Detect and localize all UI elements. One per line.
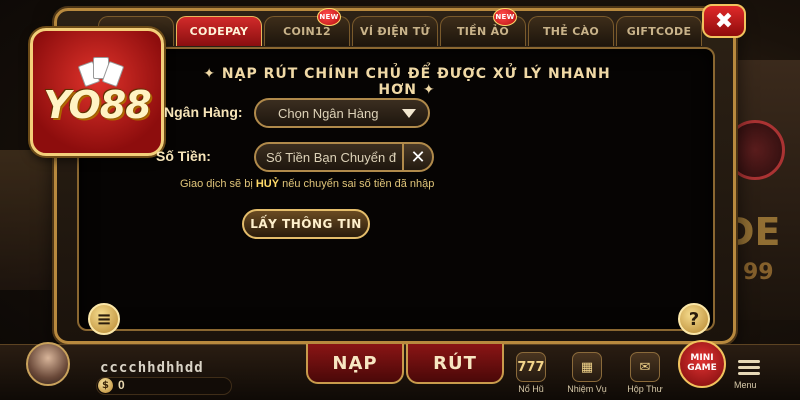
deposit-button[interactable]: NẠP [306,344,404,384]
payment-tabs: NG CODEPAY COIN12 NEW VÍ ĐIỆN TỬ TIỀN ẢO… [98,8,702,46]
tab-codepay[interactable]: CODEPAY [176,16,262,46]
mission-grid-icon: ▦ [572,352,602,382]
tab-label: GIFTCODE [626,25,692,38]
mini-game-button[interactable]: MINI GAME [678,340,726,388]
tab-label: CODEPAY [189,25,249,38]
slot-777-icon: 777 [516,352,546,382]
game-stage: DE 99 NG CODEPAY COIN12 NEW VÍ ĐIỆN TỬ T… [0,0,800,400]
warning-bold: HUỶ [255,178,280,190]
menu-label: Menu [734,380,757,390]
close-icon: ✕ [410,146,426,168]
nav-label: Nhiệm Vụ [567,384,607,394]
balance-box [96,377,232,395]
mail-icon: ✉ [630,352,660,382]
bank-label: Ngân Hàng: [164,104,243,120]
nav-label: Hộp Thư [627,384,663,394]
notes-button[interactable]: ≡ [88,303,120,335]
mailbox-nav-item[interactable]: ✉ Hộp Thư [620,352,670,394]
nav-label: Nổ Hũ [518,384,544,394]
close-icon: ✖ [714,8,734,34]
help-button[interactable]: ? [678,303,710,335]
jackpot-nav-item[interactable]: 777 Nổ Hũ [506,352,556,394]
new-badge: NEW [317,8,341,26]
bank-select[interactable]: Chọn Ngân Hàng [254,98,430,128]
missions-nav-item[interactable]: ▦ Nhiệm Vụ [562,352,612,394]
warning-text: Giao dịch sẽ bị HUỶ nếu chuyển sai số ti… [180,178,435,190]
close-button[interactable]: ✖ [702,4,746,38]
amount-input[interactable]: Số Tiền Bạn Chuyển đ [254,142,404,172]
notes-icon: ≡ [96,308,112,330]
avatar[interactable] [26,342,70,386]
chevron-down-icon [402,109,416,118]
tab-giftcode[interactable]: GIFTCODE [616,16,702,46]
tab-label: THẺ CÀO [542,25,600,38]
tab-label: COIN12 [283,25,331,38]
bank-select-value: Chọn Ngân Hàng [278,105,379,121]
clear-amount-button[interactable]: ✕ [402,142,434,172]
background-game-card-left [0,150,60,290]
brand-logo: YO88 [30,28,164,156]
help-icon: ? [688,308,700,330]
tab-coin12[interactable]: COIN12 NEW [264,8,350,46]
username: cccchhdhhdd [100,360,204,376]
balance-value: 0 [118,378,125,392]
tab-label: VÍ ĐIỆN TỬ [360,25,430,38]
tab-crypto[interactable]: TIỀN ẢO NEW [440,8,526,46]
tab-scratch-card[interactable]: THẺ CÀO [528,16,614,46]
tab-label: TIỀN ẢO [456,25,510,38]
amount-placeholder: Số Tiền Bạn Chuyển đ [266,149,397,165]
tab-e-wallet[interactable]: VÍ ĐIỆN TỬ [352,16,438,46]
dialog-heading: ✦ NẠP RÚT CHÍNH CHỦ ĐỂ ĐƯỢC XỬ LÝ NHANH … [203,66,611,98]
coin-icon: $ [98,378,113,393]
withdraw-button[interactable]: RÚT [406,344,504,384]
logo-text: YO88 [43,83,151,127]
amount-label: Số Tiền: [156,148,211,164]
background-text-2: 99 [743,260,774,285]
get-info-button[interactable]: LẤY THÔNG TIN [242,209,370,239]
new-badge: NEW [493,8,517,26]
menu-icon[interactable] [738,360,760,376]
